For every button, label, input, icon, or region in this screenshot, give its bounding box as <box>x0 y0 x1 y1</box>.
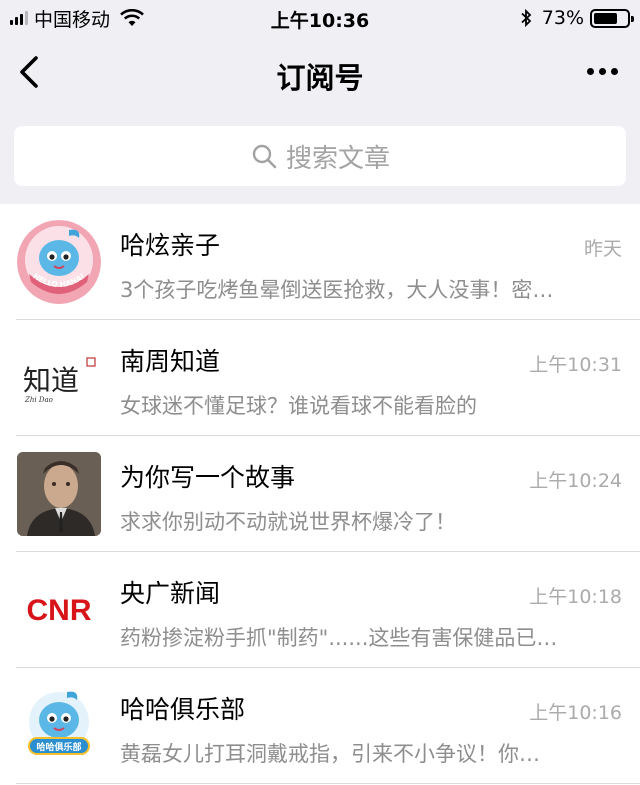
list-item[interactable]: 哈哈俱乐部 哈哈俱乐部 上午10:16 黄磊女儿打耳洞戴戒指，引来不小争议！你… <box>0 668 640 784</box>
search-area: 搜索文章 <box>0 110 640 204</box>
more-dots-icon[interactable] <box>587 68 618 75</box>
message-preview: 3个孩子吃烤鱼晕倒送医抢救，大人没事！密… <box>120 278 554 302</box>
subscription-list: HELLO HAHA! 哈炫亲子 昨天 3个孩子吃烤鱼晕倒送医抢救，大人没事！密… <box>0 204 640 784</box>
portrait-photo-icon <box>17 452 101 536</box>
battery-fill <box>594 12 618 24</box>
bluetooth-icon <box>521 9 532 27</box>
message-preview: 药粉掺淀粉手抓"制药"......这些有害保健品已… <box>120 626 558 650</box>
haha-club-mascot-icon: 哈哈俱乐部 <box>28 691 90 755</box>
status-bar: 中国移动 上午10:36 73% <box>0 0 640 36</box>
avatar-label: 知道 <box>23 364 79 397</box>
avatar: 哈哈俱乐部 <box>17 684 101 768</box>
list-item[interactable]: HELLO HAHA! 哈炫亲子 昨天 3个孩子吃烤鱼晕倒送医抢救，大人没事！密… <box>0 204 640 320</box>
avatar: HELLO HAHA! <box>17 220 101 304</box>
message-time: 昨天 <box>583 238 622 260</box>
list-item[interactable]: 知道 Zhi Dao 南周知道 上午10:31 女球迷不懂足球？谁说看球不能看脸… <box>0 320 640 436</box>
status-right: 73% <box>520 6 634 30</box>
message-time: 上午10:31 <box>529 354 622 376</box>
message-preview: 黄磊女儿打耳洞戴戒指，引来不小争议！你… <box>120 742 540 766</box>
battery-percent: 73% <box>541 7 584 29</box>
account-name: 南周知道 <box>120 347 221 376</box>
zhidao-logo-icon: 知道 Zhi Dao <box>23 357 96 404</box>
message-time: 上午10:24 <box>529 470 622 492</box>
avatar-label: 哈哈俱乐部 <box>36 741 81 753</box>
avatar: CNR <box>17 568 101 652</box>
list-item[interactable]: CNR 央广新闻 上午10:18 药粉掺淀粉手抓"制药"......这些有害保健… <box>0 552 640 668</box>
avatar: 知道 Zhi Dao <box>17 336 101 420</box>
search-input[interactable]: 搜索文章 <box>14 126 626 186</box>
nav-bar: 订阅号 <box>0 36 640 110</box>
account-name: 央广新闻 <box>120 579 221 608</box>
message-time: 上午10:18 <box>529 586 622 608</box>
message-preview: 女球迷不懂足球？谁说看球不能看脸的 <box>120 394 477 418</box>
message-preview: 求求你别动不动就说世界杯爆冷了！ <box>120 510 456 534</box>
account-name: 哈哈俱乐部 <box>120 695 246 724</box>
cartoon-mascot-icon: HELLO HAHA! <box>17 220 101 304</box>
account-name: 哈炫亲子 <box>120 231 221 260</box>
search-placeholder: 搜索文章 <box>285 143 390 174</box>
account-name: 为你写一个故事 <box>120 463 296 492</box>
avatar-label: CNR <box>27 594 92 627</box>
search-icon <box>252 144 277 169</box>
battery-icon <box>590 8 634 28</box>
message-time: 上午10:16 <box>529 702 622 724</box>
cnr-logo-icon: CNR <box>27 594 92 627</box>
list-item[interactable]: 为你写一个故事 上午10:24 求求你别动不动就说世界杯爆冷了！ <box>0 436 640 552</box>
avatar <box>17 452 101 536</box>
avatar-sublabel: Zhi Dao <box>24 396 53 404</box>
page-title: 订阅号 <box>276 61 364 95</box>
